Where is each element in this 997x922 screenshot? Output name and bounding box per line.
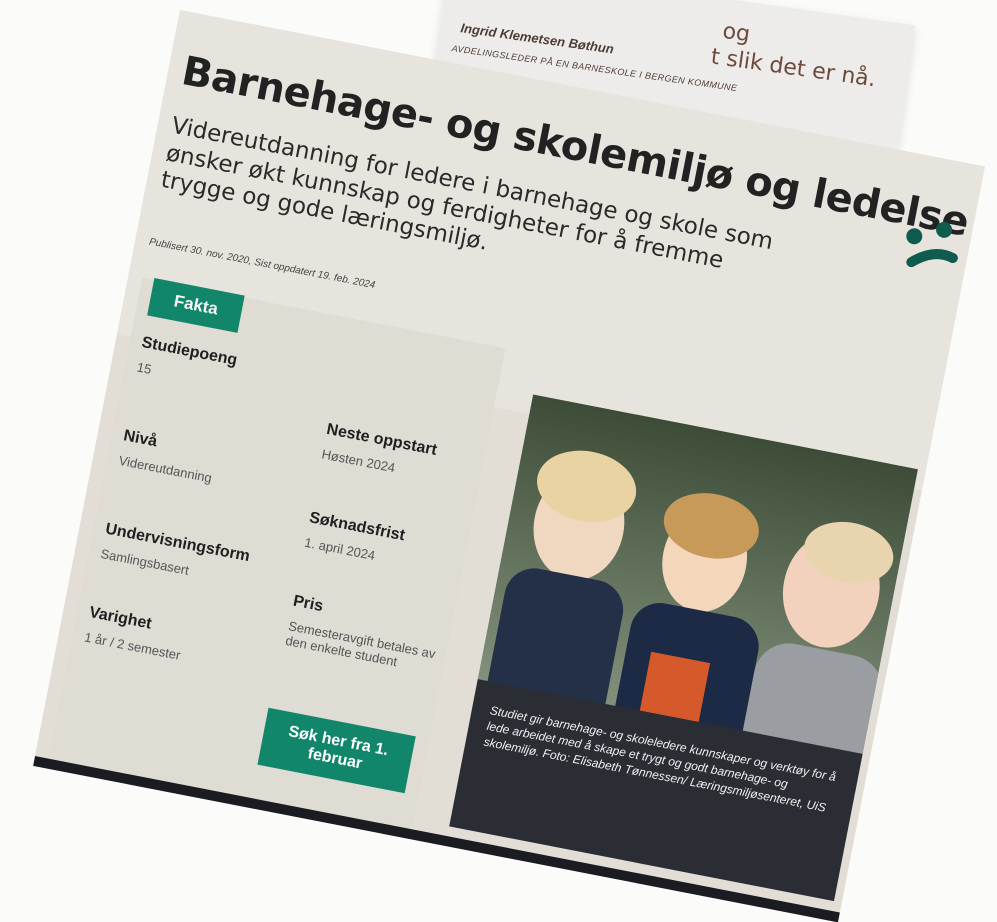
course-page: Barnehage- og skolemiljø og ledelse Vide… <box>33 10 985 922</box>
apply-button[interactable]: Søk her fra 1. februar <box>257 707 416 794</box>
quote-text: og t slik det er nå. <box>709 18 881 93</box>
fact-pris: Pris Semesteravgift betales av den enkel… <box>284 593 442 677</box>
fact-undervisningsform: Undervisningsform Samlingsbasert <box>99 520 251 588</box>
fact-niva: Nivå Videreutdanning <box>118 427 219 485</box>
fact-neste-oppstart: Neste oppstart Høsten 2024 <box>321 421 476 490</box>
facts-box: Fakta Studiepoeng 15 Nivå Videreutdannin… <box>46 277 506 840</box>
fact-varighet: Varighet 1 år / 2 semester <box>83 604 187 663</box>
quote-text-line1: og <box>721 18 752 48</box>
logo-icon <box>906 221 958 268</box>
fact-soknadsfrist: Søknadsfrist 1. april 2024 <box>303 509 458 578</box>
fact-studiepoeng: Studiepoeng 15 <box>136 334 239 393</box>
